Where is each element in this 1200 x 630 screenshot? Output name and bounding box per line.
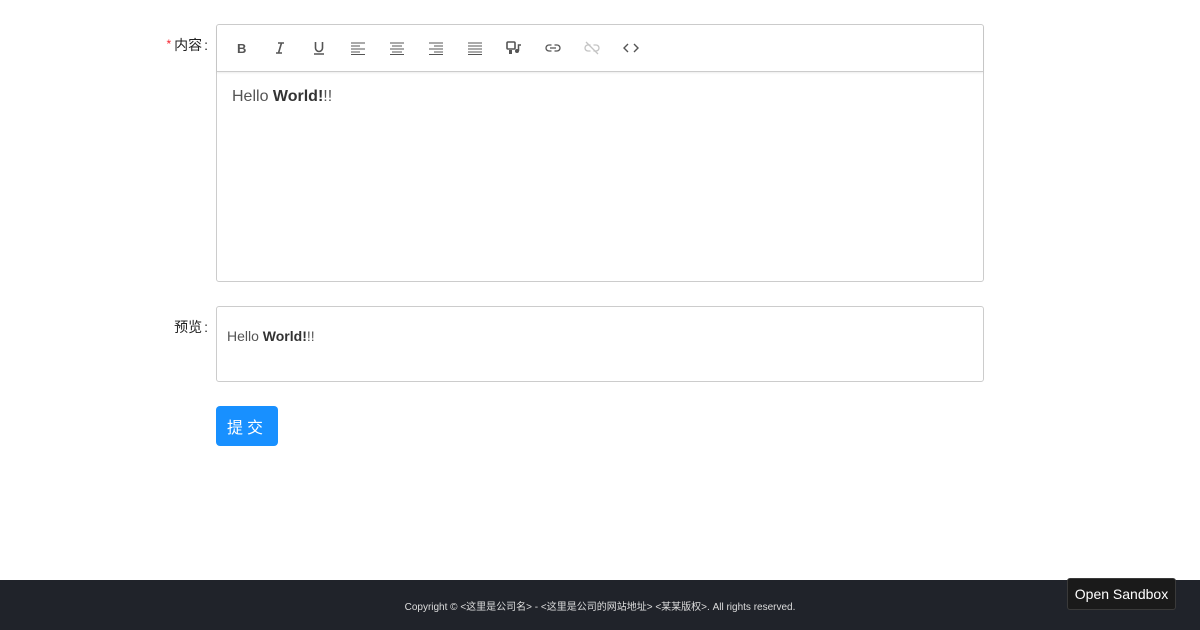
align-left-icon [350,42,365,55]
bold-icon: B [237,41,246,55]
underline-button[interactable] [299,25,338,71]
editor-toolbar: B [217,25,983,72]
preview-label-text: 预览 [174,319,203,335]
rich-text-editor: B Hello World!!! [216,24,984,282]
preview-text-plain-after: !! [306,328,315,344]
submit-button[interactable]: 提交 [216,406,278,446]
align-center-icon [389,42,404,55]
preview-label-colon: : [204,319,208,335]
align-right-button[interactable] [416,25,455,71]
page: * 内容 : B Hello World!!! 预览: Hello World… [0,0,1200,630]
bold-button[interactable]: B [221,25,260,71]
content-label: * 内容 : [166,35,208,55]
content-label-text: 内容 [174,37,203,53]
open-sandbox-button[interactable]: Open Sandbox [1067,578,1176,610]
editor-text-bold: World! [272,88,324,105]
preview-text-plain: Hello [227,328,263,344]
editor-content-area[interactable]: Hello World!!! [217,72,983,122]
copyright-text: Copyright © <这里是公司名> - <这里是公司的网站地址> <某某版… [404,601,796,613]
preview-content: Hello World!!! [217,307,983,365]
media-icon [505,41,521,54]
preview-text-bold: World! [262,328,307,344]
align-center-button[interactable] [377,25,416,71]
link-button[interactable] [533,25,572,71]
align-justify-icon [467,42,482,55]
align-left-button[interactable] [338,25,377,71]
italic-icon [275,42,284,54]
footer: Copyright © <这里是公司名> - <这里是公司的网站地址> <某某版… [0,580,1200,630]
media-button[interactable] [494,25,533,71]
editor-text-plain-after: !! [323,88,333,105]
code-button[interactable] [611,25,650,71]
required-mark: * [166,37,172,51]
unlink-icon [583,41,600,55]
italic-button[interactable] [260,25,299,71]
preview-label: 预览 : [174,317,208,337]
align-right-icon [428,42,443,55]
content-label-colon: : [204,37,208,53]
code-icon [622,43,639,53]
link-icon [544,44,561,52]
unlink-button[interactable] [572,25,611,71]
svg-text:B: B [237,41,246,55]
editor-text-plain: Hello [232,88,273,105]
underline-icon [313,42,324,55]
html-preview: Hello World!!! [216,306,984,382]
align-justify-button[interactable] [455,25,494,71]
